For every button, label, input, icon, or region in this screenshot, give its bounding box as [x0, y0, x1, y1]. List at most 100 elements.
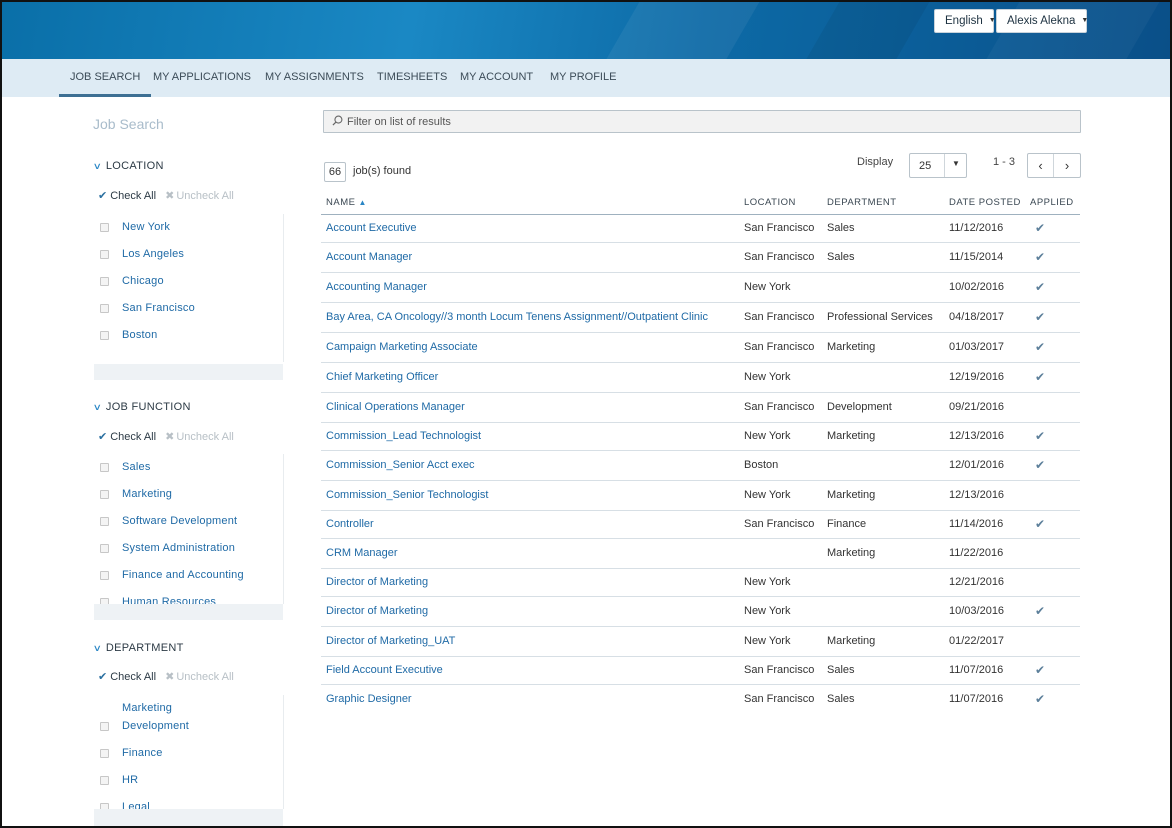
- next-page-button[interactable]: ›: [1054, 154, 1080, 177]
- table-row[interactable]: Commission_Senior Acct exec Boston 12/01/2…: [321, 450, 1080, 481]
- option-san-francisco[interactable]: San Francisco: [100, 300, 195, 316]
- tab-timesheets[interactable]: TIMESHEETS: [377, 59, 447, 97]
- close-icon: ✖: [165, 431, 175, 443]
- job-name-link[interactable]: Accounting Manager: [321, 272, 739, 303]
- facet-job-function-options[interactable]: Sales Marketing Software Development Sys…: [94, 454, 284, 604]
- job-name-link[interactable]: CRM Manager: [321, 538, 739, 569]
- check-all-link[interactable]: ✔ Check All: [98, 190, 156, 202]
- facet-department-options[interactable]: Marketing Development Finance HR Legal: [94, 695, 284, 809]
- checkbox[interactable]: [100, 775, 109, 785]
- column-header-date-posted[interactable]: DATE POSTED: [944, 191, 1025, 215]
- filter-input[interactable]: [347, 114, 1047, 130]
- job-name-link[interactable]: Director of Marketing_UAT: [321, 626, 739, 657]
- tab-my-applications[interactable]: MY APPLICATIONS: [153, 59, 251, 97]
- option-los-angeles[interactable]: Los Angeles: [100, 246, 184, 262]
- job-name-link[interactable]: Commission_Senior Technologist: [321, 480, 739, 511]
- tab-my-assignments[interactable]: MY ASSIGNMENTS: [265, 59, 364, 97]
- table-row[interactable]: Field Account Executive San Francisco Sale…: [321, 656, 1080, 685]
- option-new-york[interactable]: New York: [100, 219, 170, 235]
- uncheck-all-link[interactable]: ✖ Uncheck All: [165, 431, 234, 443]
- table-row[interactable]: Director of Marketing New York 10/03/2016 ✔: [321, 596, 1080, 627]
- checkbox[interactable]: [100, 303, 109, 313]
- table-row[interactable]: Director of Marketing_UAT New York Marketi…: [321, 626, 1080, 657]
- table-row[interactable]: Controller San Francisco Finance 11/14/2016…: [321, 510, 1080, 539]
- option-finance-and-accounting[interactable]: Finance and Accounting: [100, 567, 244, 583]
- checkbox[interactable]: [100, 330, 109, 340]
- language-dropdown[interactable]: English ▼: [934, 9, 996, 33]
- job-name-link[interactable]: Commission_Lead Technologist: [321, 422, 739, 451]
- table-row[interactable]: Accounting Manager New York 10/02/2016 ✔: [321, 272, 1080, 303]
- checkbox[interactable]: [100, 570, 109, 580]
- option-finance[interactable]: Finance: [100, 745, 163, 761]
- option-software-development[interactable]: Software Development: [100, 513, 237, 529]
- job-name-link[interactable]: Bay Area, CA Oncology//3 month Locum Ten…: [321, 302, 739, 333]
- checkbox[interactable]: [100, 222, 109, 232]
- tab-my-profile[interactable]: MY PROFILE: [550, 59, 616, 97]
- column-header-location[interactable]: LOCATION: [739, 191, 822, 215]
- table-row[interactable]: Director of Marketing New York 12/21/2016: [321, 568, 1080, 597]
- option-human-resources[interactable]: Human Resources: [100, 594, 216, 604]
- table-row[interactable]: Account Manager San Francisco Sales 11/15/2…: [321, 242, 1080, 273]
- job-name-link[interactable]: Graphic Designer: [321, 684, 739, 714]
- checkbox[interactable]: [100, 543, 109, 553]
- checkbox[interactable]: [100, 516, 109, 526]
- facet-location-options[interactable]: New York Los Angeles Chicago San Francis…: [94, 214, 284, 362]
- horizontal-scrollbar[interactable]: [94, 604, 283, 620]
- option-sales[interactable]: Sales: [100, 459, 151, 475]
- option-chicago[interactable]: Chicago: [100, 273, 164, 289]
- facet-location-toggle[interactable]: ∨ LOCATION: [93, 160, 164, 172]
- main-nav: JOB SEARCH MY APPLICATIONS MY ASSIGNMENT…: [2, 59, 1170, 97]
- job-name-link[interactable]: Controller: [321, 510, 739, 539]
- filter-results-field[interactable]: [323, 110, 1081, 133]
- tab-my-account[interactable]: MY ACCOUNT: [460, 59, 533, 97]
- job-name-link[interactable]: Director of Marketing: [321, 596, 739, 627]
- facet-job-function-toggle[interactable]: ∨ JOB FUNCTION: [93, 401, 191, 413]
- uncheck-all-link[interactable]: ✖ Uncheck All: [165, 671, 234, 683]
- table-row[interactable]: Account Executive San Francisco Sales 11/12…: [321, 214, 1080, 243]
- user-menu-dropdown[interactable]: Alexis Alekna ▼: [996, 9, 1088, 33]
- checkbox[interactable]: [100, 721, 109, 731]
- tab-job-search[interactable]: JOB SEARCH: [59, 59, 152, 97]
- job-name-link[interactable]: Account Executive: [321, 214, 739, 243]
- table-row[interactable]: Commission_Lead Technologist New York Mark…: [321, 422, 1080, 451]
- table-row[interactable]: Graphic Designer San Francisco Sales 11/07/…: [321, 684, 1080, 714]
- job-name-link[interactable]: Campaign Marketing Associate: [321, 332, 739, 363]
- job-name-link[interactable]: Account Manager: [321, 242, 739, 273]
- check-all-link[interactable]: ✔ Check All: [98, 431, 156, 443]
- facet-department-toggle[interactable]: ∨ DEPARTMENT: [93, 642, 184, 654]
- job-name-link[interactable]: Field Account Executive: [321, 656, 739, 685]
- table-row[interactable]: Clinical Operations Manager San Francisco…: [321, 392, 1080, 423]
- table-row[interactable]: Commission_Senior Technologist New York Ma…: [321, 480, 1080, 511]
- checkbox[interactable]: [100, 489, 109, 499]
- option-hr[interactable]: HR: [100, 772, 138, 788]
- table-row[interactable]: Campaign Marketing Associate San Francisc…: [321, 332, 1080, 363]
- column-header-department[interactable]: DEPARTMENT: [822, 191, 944, 215]
- checkbox[interactable]: [100, 249, 109, 259]
- horizontal-scrollbar[interactable]: [94, 809, 283, 826]
- option-marketing[interactable]: Marketing: [100, 700, 172, 716]
- per-page-select[interactable]: 25 ▼: [909, 153, 967, 178]
- option-marketing[interactable]: Marketing: [100, 486, 172, 502]
- column-header-applied[interactable]: APPLIED: [1025, 191, 1080, 215]
- horizontal-scrollbar[interactable]: [94, 364, 283, 380]
- table-row[interactable]: CRM Manager Marketing 11/22/2016: [321, 538, 1080, 569]
- option-system-administration[interactable]: System Administration: [100, 540, 235, 556]
- option-development[interactable]: Development: [100, 718, 189, 734]
- option-legal[interactable]: Legal: [100, 799, 150, 809]
- table-row[interactable]: Bay Area, CA Oncology//3 month Locum Ten…: [321, 302, 1080, 333]
- checkbox[interactable]: [100, 748, 109, 758]
- department-cell: [822, 362, 944, 393]
- checkbox[interactable]: [100, 462, 109, 472]
- table-row[interactable]: Chief Marketing Officer New York 12/19/201…: [321, 362, 1080, 393]
- option-boston[interactable]: Boston: [100, 327, 157, 343]
- check-all-link[interactable]: ✔ Check All: [98, 671, 156, 683]
- column-header-name[interactable]: NAME ▲: [321, 191, 739, 215]
- checkbox[interactable]: [100, 276, 109, 286]
- job-name-link[interactable]: Commission_Senior Acct exec: [321, 450, 739, 481]
- job-name-link[interactable]: Clinical Operations Manager: [321, 392, 739, 423]
- prev-page-button[interactable]: ‹: [1028, 154, 1054, 177]
- job-name-link[interactable]: Director of Marketing: [321, 568, 739, 597]
- department-cell: Development: [822, 392, 944, 423]
- job-name-link[interactable]: Chief Marketing Officer: [321, 362, 739, 393]
- uncheck-all-link[interactable]: ✖ Uncheck All: [165, 190, 234, 202]
